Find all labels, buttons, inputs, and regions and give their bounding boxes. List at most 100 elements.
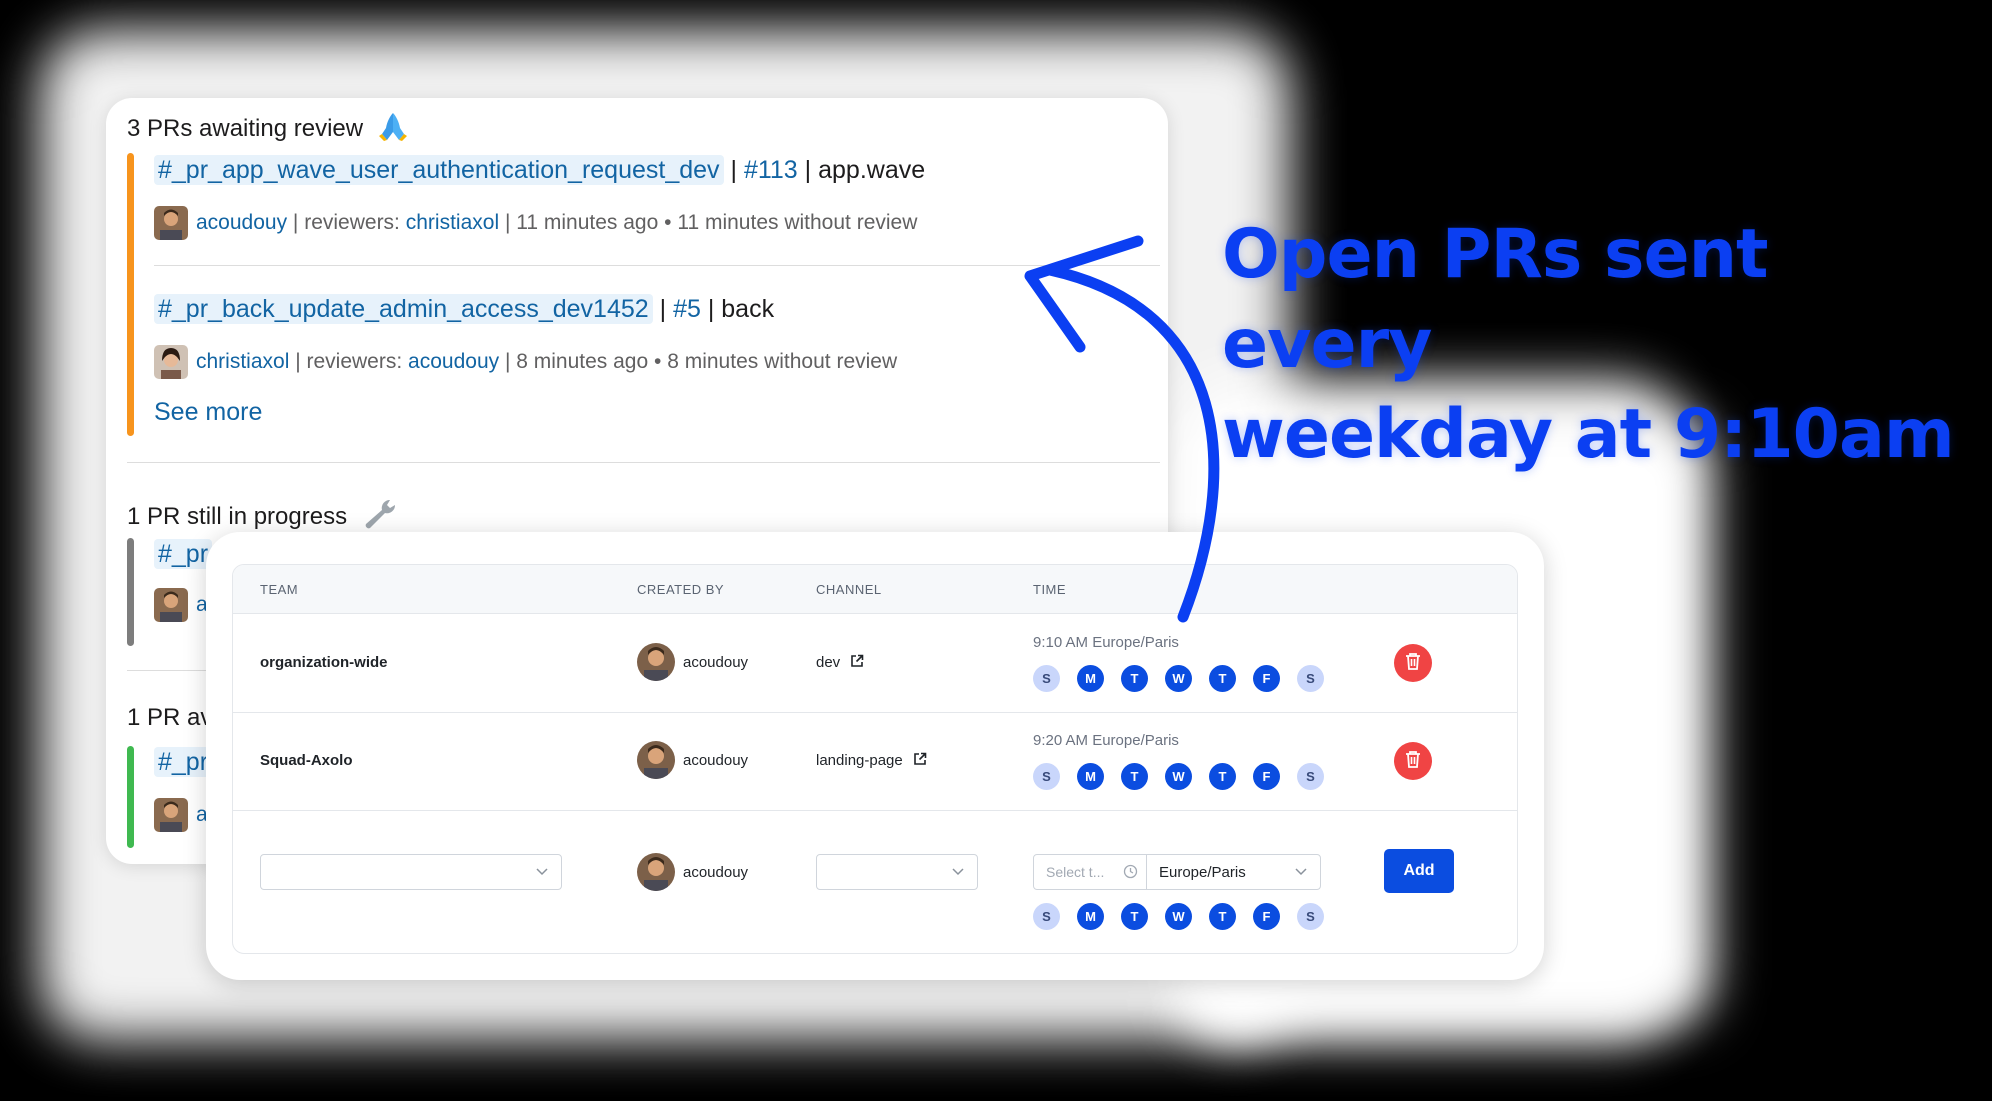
avatar bbox=[637, 741, 675, 779]
see-more-link[interactable]: See more bbox=[154, 398, 262, 427]
avatar bbox=[154, 345, 188, 379]
weekday-toggle[interactable]: T bbox=[1209, 903, 1236, 930]
pr-item-meta: christiaxol | reviewers: acoudouy | 8 mi… bbox=[154, 345, 897, 379]
awaiting-status-bar bbox=[127, 153, 134, 436]
schedule-time: 9:20 AM Europe/Paris bbox=[1033, 732, 1179, 749]
channel-link[interactable]: landing-page bbox=[816, 752, 927, 770]
weekday-toggle[interactable]: F bbox=[1253, 665, 1280, 692]
weekday-toggle[interactable]: S bbox=[1297, 903, 1324, 930]
weekday-toggle[interactable]: T bbox=[1121, 763, 1148, 790]
created-by: acoudouy bbox=[637, 741, 748, 779]
in-progress-status-bar bbox=[127, 538, 134, 646]
table-header: TEAM CREATED BY CHANNEL TIME bbox=[233, 565, 1517, 614]
pr-item-title: #_pr_app_wave_user_authentication_reques… bbox=[154, 155, 926, 185]
table-row: Squad-Axolo acoudouy landing-page 9:20 A… bbox=[233, 712, 1517, 811]
pr-without-review: 11 minutes without review bbox=[677, 211, 918, 234]
weekday-toggle[interactable]: W bbox=[1165, 763, 1192, 790]
author-link[interactable]: christiaxol bbox=[196, 350, 289, 374]
schedule-time: 9:10 AM Europe/Paris bbox=[1033, 634, 1179, 651]
weekday-toggle[interactable]: M bbox=[1077, 903, 1104, 930]
weekday-toggle[interactable]: F bbox=[1253, 903, 1280, 930]
schedule-settings-panel: TEAM CREATED BY CHANNEL TIME organizatio… bbox=[206, 532, 1544, 980]
weekday-toggle[interactable]: S bbox=[1033, 665, 1060, 692]
reviewer-link[interactable]: acoudouy bbox=[408, 350, 499, 374]
schedule-table: TEAM CREATED BY CHANNEL TIME organizatio… bbox=[232, 564, 1518, 954]
author-link[interactable]: acoudouy bbox=[196, 211, 287, 235]
pr-age: 11 minutes ago bbox=[516, 211, 659, 234]
pr-repo: back bbox=[721, 295, 775, 323]
pr-item-title: #_pr bbox=[154, 747, 213, 777]
table-row: organization-wide acoudouy dev 9:10 AM E… bbox=[233, 614, 1517, 713]
weekday-toggle[interactable]: S bbox=[1033, 903, 1060, 930]
chevron-down-icon bbox=[535, 864, 549, 882]
external-link-icon[interactable] bbox=[850, 654, 864, 672]
weekday-toggle[interactable]: M bbox=[1077, 763, 1104, 790]
column-header-created-by: CREATED BY bbox=[637, 582, 725, 597]
weekday-selector: SMTWTFS bbox=[1033, 763, 1324, 790]
chevron-down-icon bbox=[951, 864, 965, 882]
weekday-toggle[interactable]: T bbox=[1209, 665, 1236, 692]
pr-item-meta: a bbox=[154, 798, 208, 832]
pr-item-title: #_pr bbox=[154, 539, 213, 569]
reviewer-link[interactable]: christiaxol bbox=[406, 211, 499, 235]
weekday-toggle[interactable]: W bbox=[1165, 903, 1192, 930]
weekday-toggle[interactable]: M bbox=[1077, 665, 1104, 692]
add-button[interactable]: Add bbox=[1384, 849, 1454, 893]
headline-text: Open PRs sent every weekday at 9:10am bbox=[1222, 215, 1955, 474]
pr-age: 8 minutes ago bbox=[516, 350, 649, 373]
weekday-toggle[interactable]: T bbox=[1121, 903, 1148, 930]
time-placeholder: Select t... bbox=[1046, 864, 1105, 880]
channel-link[interactable]: dev bbox=[816, 654, 864, 672]
pr-repo: app.wave bbox=[818, 156, 926, 184]
team-select[interactable] bbox=[260, 854, 562, 890]
column-header-team: TEAM bbox=[260, 582, 299, 597]
creator-name: acoudouy bbox=[683, 653, 749, 671]
time-picker[interactable]: Select t... bbox=[1033, 854, 1149, 890]
pr-item-meta: a bbox=[154, 588, 208, 622]
pr-channel-link[interactable]: #_pr bbox=[154, 539, 213, 569]
pr-number-link[interactable]: #113 bbox=[744, 156, 798, 184]
pr-number-link[interactable]: #5 bbox=[673, 295, 701, 323]
weekday-toggle[interactable]: T bbox=[1209, 763, 1236, 790]
avatar bbox=[637, 643, 675, 681]
team-name: Squad-Axolo bbox=[260, 752, 353, 769]
awaiting-status-bar bbox=[127, 746, 134, 848]
weekday-toggle[interactable]: S bbox=[1297, 763, 1324, 790]
column-header-channel: CHANNEL bbox=[816, 582, 882, 597]
channel-select[interactable] bbox=[816, 854, 978, 890]
chevron-down-icon bbox=[1294, 864, 1308, 882]
external-link-icon[interactable] bbox=[913, 752, 927, 770]
creator-name: acoudouy bbox=[683, 751, 749, 769]
weekday-toggle[interactable]: S bbox=[1297, 665, 1324, 692]
divider bbox=[154, 265, 1160, 266]
pr-item-title: #_pr_back_update_admin_access_dev1452 | … bbox=[154, 294, 775, 324]
weekday-toggle[interactable]: S bbox=[1033, 763, 1060, 790]
divider bbox=[127, 462, 1160, 463]
delete-button[interactable] bbox=[1394, 742, 1432, 780]
weekday-selector: SMTWTFS bbox=[1033, 903, 1324, 930]
reviewers-label: reviewers: bbox=[306, 350, 403, 373]
avatar bbox=[637, 853, 675, 891]
pr-channel-link[interactable]: #_pr_back_update_admin_access_dev1452 bbox=[154, 294, 653, 324]
folded-hands-icon bbox=[376, 110, 410, 149]
awaiting-heading: 1 PR av bbox=[127, 704, 213, 731]
delete-button[interactable] bbox=[1394, 644, 1432, 682]
pr-channel-link[interactable]: #_pr bbox=[154, 747, 213, 777]
pr-without-review: 8 minutes without review bbox=[667, 350, 898, 373]
timezone-select[interactable]: Europe/Paris bbox=[1146, 854, 1321, 890]
reviewers-label: reviewers: bbox=[304, 211, 400, 234]
awaiting-review-heading: 3 PRs awaiting review bbox=[127, 110, 410, 149]
weekday-toggle[interactable]: T bbox=[1121, 665, 1148, 692]
avatar bbox=[154, 588, 188, 622]
created-by: acoudouy bbox=[637, 643, 748, 681]
trash-icon[interactable] bbox=[1404, 749, 1422, 774]
timezone-value: Europe/Paris bbox=[1159, 864, 1246, 881]
team-name: organization-wide bbox=[260, 654, 388, 671]
created-by: acoudouy bbox=[637, 853, 748, 891]
pr-channel-link[interactable]: #_pr_app_wave_user_authentication_reques… bbox=[154, 155, 724, 185]
creator-name: acoudouy bbox=[683, 863, 749, 881]
weekday-toggle[interactable]: F bbox=[1253, 763, 1280, 790]
trash-icon[interactable] bbox=[1404, 651, 1422, 676]
weekday-toggle[interactable]: W bbox=[1165, 665, 1192, 692]
avatar bbox=[154, 798, 188, 832]
